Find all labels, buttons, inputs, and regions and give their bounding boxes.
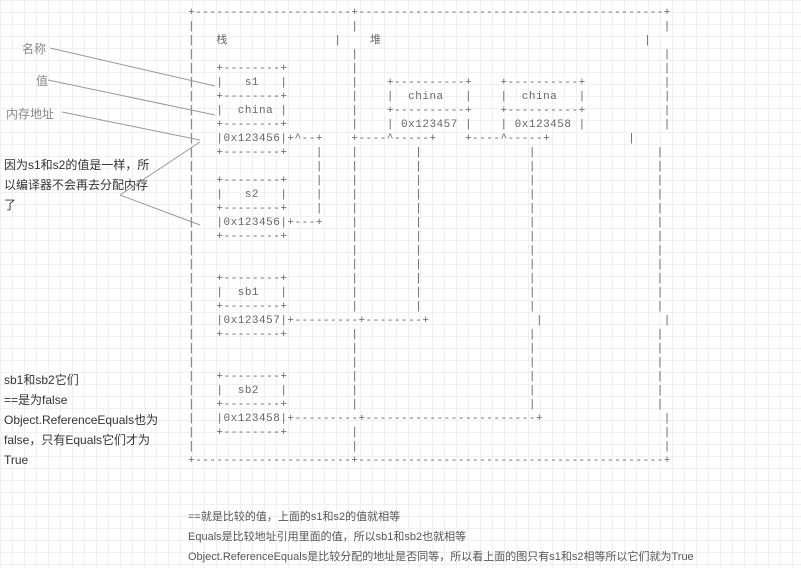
footnote-2: Equals是比较地址引用里面的值，所以sb1和sb2也就相等: [188, 528, 466, 546]
annotation-s1s2: 因为s1和s2的值是一样，所以编译器不会再去分配内存了: [4, 155, 154, 215]
label-addr: 内存地址: [6, 105, 54, 122]
sb2-addr: 0x123458: [224, 413, 281, 425]
heap-header: 堆: [370, 35, 382, 47]
s2-addr: 0x123456: [224, 217, 281, 229]
label-value: 值: [36, 72, 48, 89]
label-name: 名称: [22, 40, 46, 57]
stack-header: 栈: [216, 35, 228, 47]
sb1-addr: 0x123457: [224, 315, 281, 327]
sb1-name: sb1: [238, 287, 259, 299]
heap1-value: china: [408, 91, 444, 103]
s1-name: s1: [245, 77, 259, 89]
heap2-value: china: [522, 91, 558, 103]
sb2-name: sb2: [238, 385, 259, 397]
s1-addr: 0x123456: [224, 133, 281, 145]
footnote-1: ==就是比较的值，上面的s1和s2的值就相等: [188, 508, 400, 526]
annotation-sb1sb2: sb1和sb2它们==是为falseObject.ReferenceEquals…: [4, 370, 174, 470]
s1-value: china: [238, 105, 274, 117]
s2-name: s2: [245, 189, 259, 201]
heap1-addr: 0x123457: [401, 119, 458, 131]
heap2-addr: 0x123458: [515, 119, 572, 131]
footnote-3: Object.ReferenceEquals是比较分配的地址是否同等，所以看上面…: [188, 548, 694, 566]
ascii-memory-diagram: +----------------------+----------------…: [188, 6, 671, 468]
